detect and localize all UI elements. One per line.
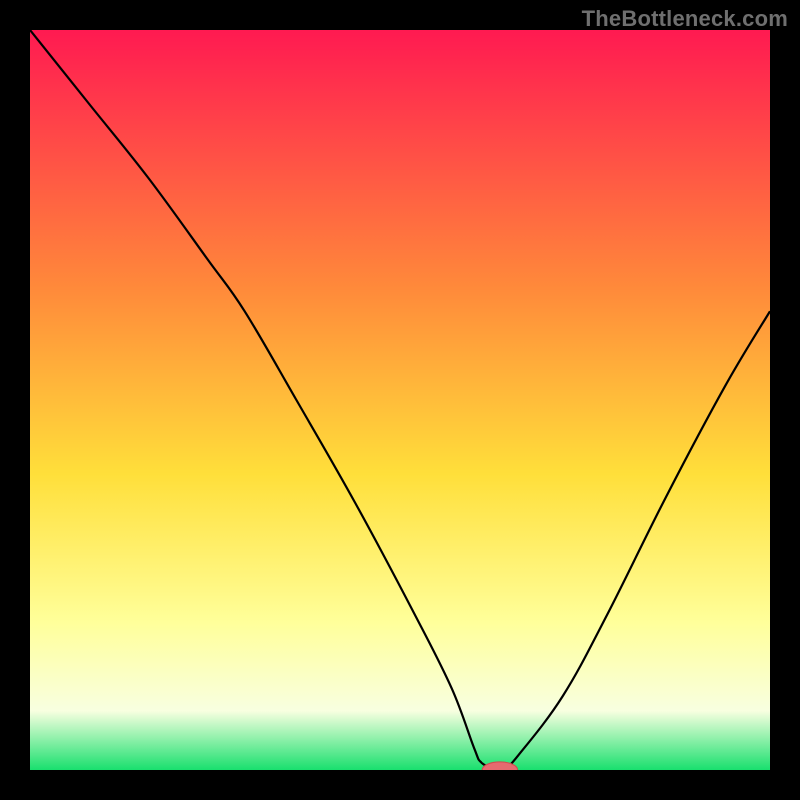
curve-layer <box>30 30 770 770</box>
bottleneck-curve <box>30 30 770 770</box>
chart-frame: TheBottleneck.com <box>0 0 800 800</box>
plot-area <box>30 30 770 770</box>
watermark-text: TheBottleneck.com <box>582 6 788 32</box>
